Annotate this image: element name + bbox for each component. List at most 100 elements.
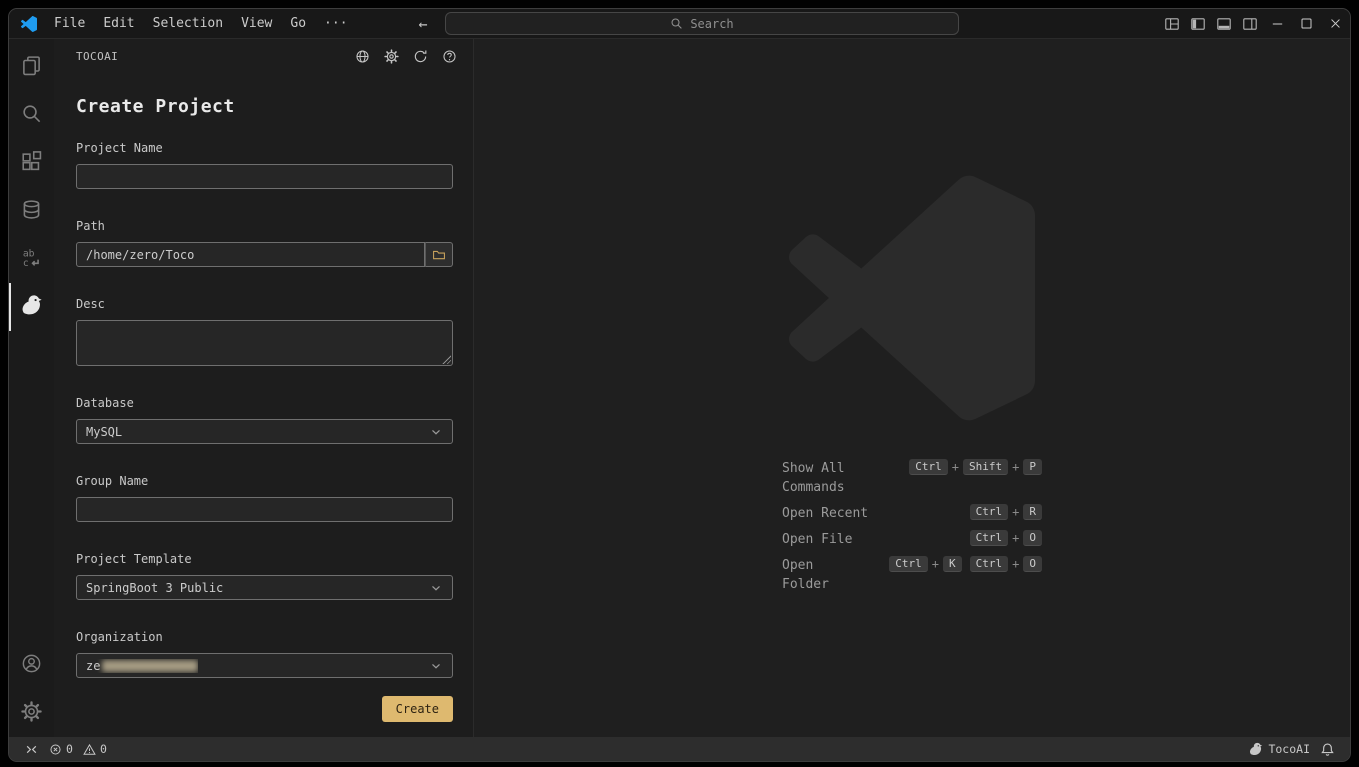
group-name-label: Group Name — [76, 474, 453, 488]
activity-extensions[interactable] — [9, 139, 54, 187]
customize-layout-icon[interactable] — [1159, 9, 1185, 39]
vscode-logo-icon — [21, 16, 37, 32]
shortcut-label: Open Recent — [782, 504, 940, 523]
problems-indicator[interactable]: 0 0 — [44, 742, 118, 756]
notifications-bell[interactable] — [1315, 742, 1340, 757]
shortcut-row: Show All Commands Ctrl+Shift+P — [782, 459, 1042, 497]
workbench-body: abc TOCOAI — [9, 39, 1350, 737]
refresh-icon[interactable] — [413, 49, 428, 64]
settings-gear-icon[interactable] — [384, 49, 399, 64]
error-count: 0 — [66, 742, 73, 756]
abc-icon: abc — [21, 247, 42, 272]
error-icon — [49, 743, 62, 756]
activity-tocoai[interactable] — [9, 283, 54, 331]
organization-label: Organization — [76, 630, 453, 644]
path-field: Path — [76, 219, 453, 267]
warning-icon — [83, 743, 96, 756]
create-button[interactable]: Create — [382, 696, 453, 722]
kbd-key: O — [1023, 556, 1042, 572]
project-name-field: Project Name — [76, 141, 453, 189]
folder-icon — [432, 248, 446, 262]
activity-account[interactable] — [9, 641, 54, 689]
search-placeholder: Search — [690, 17, 733, 31]
create-project-form: Create Project Project Name Path — [54, 74, 473, 738]
vscode-window: File Edit Selection View Go ··· ← → Sear… — [8, 8, 1351, 762]
sidebar-header: TOCOAI — [54, 39, 473, 74]
kbd-key: Ctrl — [970, 530, 1009, 546]
toggle-sidebar-icon[interactable] — [1185, 9, 1211, 39]
kbd-key: Shift — [963, 459, 1008, 475]
titlebar-right-controls — [1159, 9, 1350, 38]
activity-settings[interactable] — [9, 689, 54, 737]
database-select[interactable]: MySQL — [76, 419, 453, 444]
project-name-label: Project Name — [76, 141, 453, 155]
panel-title: TOCOAI — [76, 50, 118, 63]
editor-area: Show All Commands Ctrl+Shift+P Open Rece… — [474, 39, 1350, 737]
project-template-field: Project Template SpringBoot 3 Public — [76, 552, 453, 600]
statusbar-right: TocoAI — [1244, 742, 1340, 757]
kbd-key: Ctrl — [909, 459, 948, 475]
keyboard-shortcuts-hints: Show All Commands Ctrl+Shift+P Open Rece… — [782, 459, 1042, 601]
organization-select[interactable]: ze — [76, 653, 453, 678]
page-title: Create Project — [76, 96, 453, 117]
activity-database[interactable] — [9, 187, 54, 235]
shortcut-keys: Ctrl+K Ctrl+O — [889, 556, 1042, 572]
chevron-down-icon — [429, 659, 443, 673]
project-template-value: SpringBoot 3 Public — [86, 581, 223, 595]
group-name-input[interactable] — [76, 497, 453, 522]
database-label: Database — [76, 396, 453, 410]
search-icon — [670, 17, 683, 30]
shortcut-row: Open Folder Ctrl+K Ctrl+O — [782, 556, 1042, 594]
menu-more-icon[interactable]: ··· — [315, 15, 356, 32]
shortcut-label: Open File — [782, 530, 940, 549]
activity-abc-tool[interactable]: abc — [9, 235, 54, 283]
menu-edit[interactable]: Edit — [94, 15, 143, 32]
shortcut-label: Show All Commands — [782, 459, 879, 497]
kbd-key: O — [1023, 530, 1042, 546]
activity-explorer[interactable] — [9, 43, 54, 91]
back-arrow-icon[interactable]: ← — [419, 15, 428, 33]
maximize-button[interactable] — [1292, 9, 1321, 39]
shortcut-keys: Ctrl+R — [970, 504, 1042, 520]
desc-field: Desc — [76, 297, 453, 366]
chevron-down-icon — [429, 581, 443, 595]
minimize-button[interactable] — [1263, 9, 1292, 39]
menu-selection[interactable]: Selection — [144, 15, 232, 32]
menu-view[interactable]: View — [232, 15, 281, 32]
kbd-key: K — [943, 556, 962, 572]
status-bar: 0 0 TocoAI — [9, 737, 1350, 761]
desc-textarea[interactable] — [76, 320, 453, 366]
form-actions: Create — [76, 696, 453, 738]
toggle-secondary-sidebar-icon[interactable] — [1237, 9, 1263, 39]
toggle-panel-icon[interactable] — [1211, 9, 1237, 39]
remote-indicator[interactable] — [19, 737, 44, 761]
shortcut-row: Open Recent Ctrl+R — [782, 504, 1042, 523]
browse-folder-button[interactable] — [425, 242, 453, 267]
tocoai-icon — [1249, 742, 1263, 756]
titlebar: File Edit Selection View Go ··· ← → Sear… — [9, 9, 1350, 39]
activity-search[interactable] — [9, 91, 54, 139]
kbd-key: Ctrl — [970, 504, 1009, 520]
chevron-down-icon — [429, 425, 443, 439]
menu-go[interactable]: Go — [281, 15, 315, 32]
close-button[interactable] — [1321, 9, 1350, 39]
panel-actions — [355, 49, 457, 64]
globe-icon[interactable] — [355, 49, 370, 64]
help-icon[interactable] — [442, 49, 457, 64]
bell-icon — [1320, 742, 1335, 757]
shortcut-keys: Ctrl+O — [970, 530, 1042, 546]
organization-redacted-blur — [102, 660, 198, 672]
menu-bar: File Edit Selection View Go ··· — [45, 15, 357, 32]
project-template-select[interactable]: SpringBoot 3 Public — [76, 575, 453, 600]
tocoai-status-item[interactable]: TocoAI — [1244, 742, 1315, 756]
path-input[interactable] — [76, 242, 425, 267]
extension-status-label: TocoAI — [1268, 742, 1310, 756]
shortcut-label: Open Folder — [782, 556, 859, 594]
desc-label: Desc — [76, 297, 453, 311]
shortcut-row: Open File Ctrl+O — [782, 530, 1042, 549]
menu-file[interactable]: File — [45, 15, 94, 32]
command-center-search[interactable]: Search — [445, 12, 959, 35]
database-icon — [21, 199, 42, 224]
project-name-input[interactable] — [76, 164, 453, 189]
organization-value: ze — [86, 659, 100, 673]
